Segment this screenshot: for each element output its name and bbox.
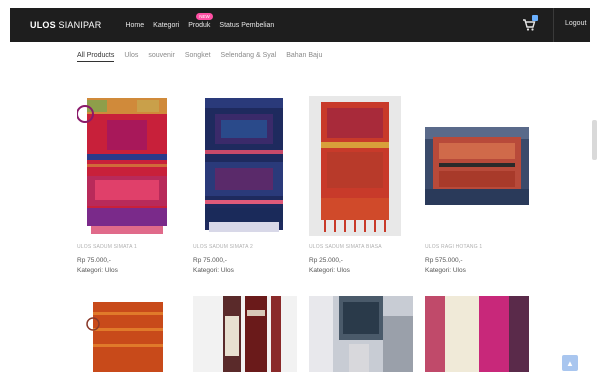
filter-souvenir[interactable]: souvenir [148,52,174,62]
product-category-4: Kategori: Ulos [425,267,466,274]
product-name-1[interactable]: ULOS SADUM SIMATA 1 [77,244,137,250]
product-category-2: Kategori: Ulos [193,267,234,274]
filter-songket[interactable]: Songket [185,52,211,62]
nav-kategori[interactable]: Kategori [153,22,179,29]
nav-divider [553,8,554,42]
page-scrollbar[interactable] [592,120,597,160]
category-filters: All Products Ulos souvenir Songket Selen… [77,52,332,62]
cart-count-badge [532,15,538,21]
brand-logo[interactable]: ULOS SIANIPAR [30,20,101,30]
product-category-3: Kategori: Ulos [309,267,350,274]
nav-produk-label: Produk [188,21,211,29]
product-image-6[interactable] [193,296,297,372]
product-price-1: Rp 75.000,- [77,257,111,264]
product-image-5[interactable] [77,298,170,372]
filter-selendang-syal[interactable]: Selendang & Syal [221,52,277,62]
new-badge: NEW [196,12,213,20]
product-price-4: Rp 575.000,- [425,257,463,264]
product-image-7[interactable] [309,296,413,372]
nav-produk[interactable]: Produk NEW [188,12,213,29]
cart-icon[interactable] [522,15,538,32]
product-price-3: Rp 25.000,- [309,257,343,264]
product-name-2[interactable]: ULOS SADUM SIMATA 2 [193,244,253,250]
nav-status-pembelian[interactable]: Status Pembelian [219,22,274,29]
product-image-1[interactable] [77,96,170,236]
product-price-2: Rp 75.000,- [193,257,227,264]
nav-links: Home Kategori Produk NEW Status Pembelia… [125,12,283,29]
product-image-2[interactable] [193,96,293,236]
product-image-3[interactable] [309,96,401,236]
product-image-8[interactable] [425,296,529,372]
chevron-up-icon: ▲ [566,358,574,368]
filter-all-products[interactable]: All Products [77,52,115,62]
logout-link[interactable]: Logout [565,20,586,27]
scroll-to-top-button[interactable]: ▲ [562,355,578,371]
product-name-3[interactable]: ULOS SADUM SIMATA BIASA [309,244,382,250]
nav-home[interactable]: Home [125,22,144,29]
product-image-4[interactable] [425,127,529,205]
product-category-1: Kategori: Ulos [77,267,118,274]
filter-ulos[interactable]: Ulos [124,52,138,62]
navbar: ULOS SIANIPAR Home Kategori Produk NEW S… [10,8,590,42]
filter-bahan-baju[interactable]: Bahan Baju [286,52,322,62]
product-name-4[interactable]: ULOS RAGI HOTANG 1 [425,244,482,250]
